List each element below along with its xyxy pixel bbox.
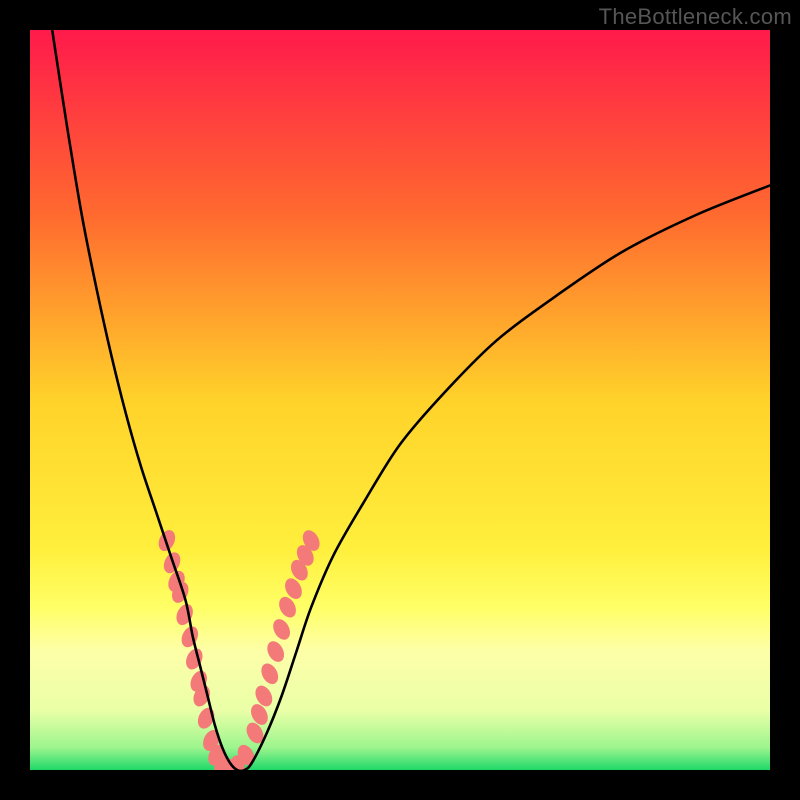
marker-dot [270,616,294,642]
watermark: TheBottleneck.com [599,4,792,30]
curve-layer [30,30,770,770]
marker-dot [264,638,288,664]
plot-area [30,30,770,770]
chart-frame: TheBottleneck.com [0,0,800,800]
marker-dot [258,661,282,687]
marker-dot [183,646,206,672]
marker-dot [173,601,196,627]
